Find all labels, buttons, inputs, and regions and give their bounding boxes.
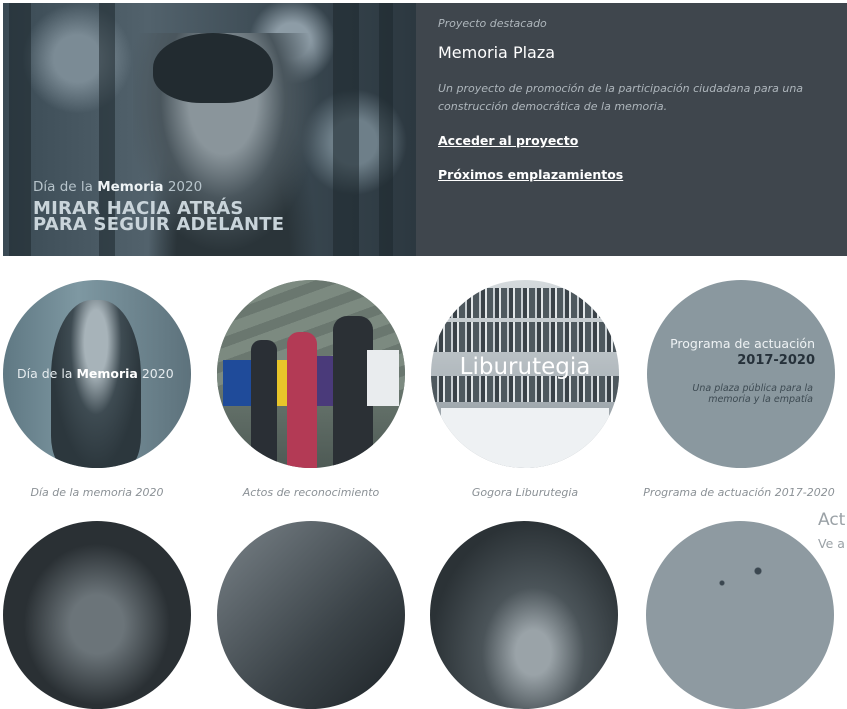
offscreen-subheading: Ve a <box>818 536 845 551</box>
circle-label-description: Una plaza pública para la memoria y la e… <box>692 383 813 405</box>
circle-label: Liburutegia <box>459 354 591 380</box>
access-project-link[interactable]: Acceder al proyecto <box>438 133 578 148</box>
card-caption[interactable]: Programa de actuación 2017-2020 <box>629 486 847 499</box>
card-row2-3[interactable] <box>430 521 618 709</box>
circle-dia-memoria[interactable]: Día de la Memoria 2020 <box>3 280 191 468</box>
featured-hero: Día de la Memoria 2020 MIRAR HACIA ATRÁS… <box>0 0 847 256</box>
card-row2-2[interactable] <box>217 521 405 709</box>
circle-liburutegia[interactable]: Liburutegia <box>431 280 619 468</box>
hero-photo[interactable]: Día de la Memoria 2020 MIRAR HACIA ATRÁS… <box>3 3 416 256</box>
card-caption[interactable]: Gogora Liburutegia <box>415 486 635 499</box>
hero-overlay-text: Día de la Memoria 2020 MIRAR HACIA ATRÁS… <box>33 179 285 235</box>
featured-kicker: Proyecto destacado <box>438 17 547 30</box>
circle-label-years: 2017-2020 <box>737 353 815 368</box>
card-caption[interactable]: Día de la memoria 2020 <box>0 486 207 499</box>
featured-description: Un proyecto de promoción de la participa… <box>438 82 804 113</box>
featured-title: Memoria Plaza <box>438 43 556 62</box>
circle-actos-reconocimiento[interactable] <box>217 280 405 468</box>
card-row2-4[interactable] <box>646 521 834 709</box>
offscreen-heading: Act <box>818 510 846 530</box>
card-row2-1[interactable] <box>3 521 191 709</box>
circle-label: Día de la Memoria 2020 <box>17 366 174 381</box>
circle-programa-actuacion[interactable]: Programa de actuación 2017-2020 Una plaz… <box>647 280 835 468</box>
upcoming-locations-link[interactable]: Próximos emplazamientos <box>438 167 623 182</box>
featured-project-panel: Proyecto destacado Memoria Plaza Un proy… <box>416 3 847 256</box>
hero-day-label: Día de la Memoria 2020 <box>33 179 203 195</box>
hero-tagline: MIRAR HACIA ATRÁS PARA SEGUIR ADELANTE <box>33 198 285 235</box>
card-caption[interactable]: Actos de reconocimiento <box>201 486 421 499</box>
circle-label: Programa de actuación <box>670 336 815 351</box>
